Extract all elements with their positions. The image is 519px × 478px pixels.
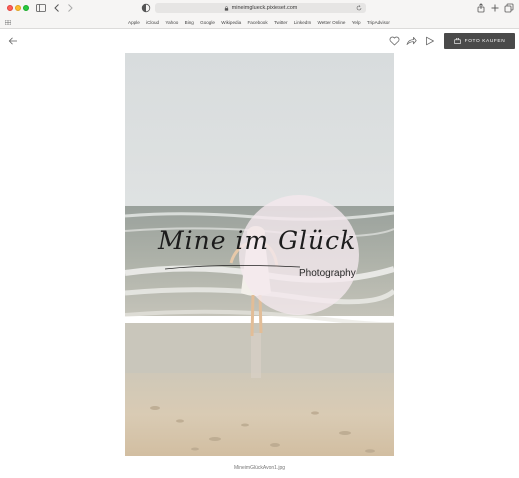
favorite-google[interactable]: Google bbox=[200, 20, 215, 25]
close-window-button[interactable] bbox=[7, 5, 13, 11]
minimize-window-button[interactable] bbox=[15, 5, 21, 11]
favorite-apple[interactable]: Apple bbox=[128, 20, 140, 25]
browser-share-icon[interactable] bbox=[476, 3, 486, 13]
shopping-bag-icon bbox=[453, 38, 461, 44]
address-bar[interactable]: mineimglueck.pixieset.com bbox=[155, 3, 366, 13]
favorite-wikipedia[interactable]: Wikipedia bbox=[221, 20, 241, 25]
favorites-list: Apple iCloud Yahoo Bing Google Wikipedia… bbox=[128, 16, 396, 29]
new-tab-icon[interactable] bbox=[490, 3, 500, 13]
sidebar-toggle-icon[interactable] bbox=[36, 3, 46, 13]
reload-icon[interactable] bbox=[356, 5, 362, 11]
watermark-subtitle: Photography bbox=[299, 268, 356, 279]
favorite-yelp[interactable]: Yelp bbox=[352, 20, 361, 25]
buy-photo-button[interactable]: FOTO KAUFEN bbox=[444, 33, 515, 49]
buy-photo-label: FOTO KAUFEN bbox=[464, 38, 506, 44]
share-icon[interactable] bbox=[406, 36, 417, 46]
favorite-linkedin[interactable]: LinkedIn bbox=[294, 20, 311, 25]
favorite-wetter-online[interactable]: Wetter Online bbox=[317, 20, 345, 25]
maximize-window-button[interactable] bbox=[23, 5, 29, 11]
favorites-grid-icon[interactable] bbox=[5, 20, 11, 25]
photo-filename: MineimGlückAvon1.jpg bbox=[233, 465, 286, 471]
browser-forward-icon[interactable] bbox=[65, 3, 75, 13]
favorite-twitter[interactable]: Twitter bbox=[274, 20, 288, 25]
browser-back-icon[interactable] bbox=[52, 3, 62, 13]
favorites-bar: Apple iCloud Yahoo Bing Google Wikipedia… bbox=[0, 16, 519, 29]
lock-icon bbox=[224, 5, 228, 11]
favorite-icloud[interactable]: iCloud bbox=[146, 20, 159, 25]
tab-overview-icon[interactable] bbox=[504, 3, 514, 13]
heart-icon[interactable] bbox=[389, 36, 400, 46]
favorite-facebook[interactable]: Facebook bbox=[247, 20, 267, 25]
favorite-yahoo[interactable]: Yahoo bbox=[165, 20, 178, 25]
address-url: mineimglueck.pixieset.com bbox=[231, 5, 298, 11]
back-arrow-icon[interactable] bbox=[8, 36, 18, 46]
privacy-shield-icon[interactable] bbox=[141, 3, 151, 13]
play-icon[interactable] bbox=[424, 36, 435, 46]
favorite-bing[interactable]: Bing bbox=[185, 20, 194, 25]
browser-titlebar: mineimglueck.pixieset.com bbox=[0, 0, 519, 16]
favorite-tripadvisor[interactable]: TripAdvisor bbox=[367, 20, 390, 25]
